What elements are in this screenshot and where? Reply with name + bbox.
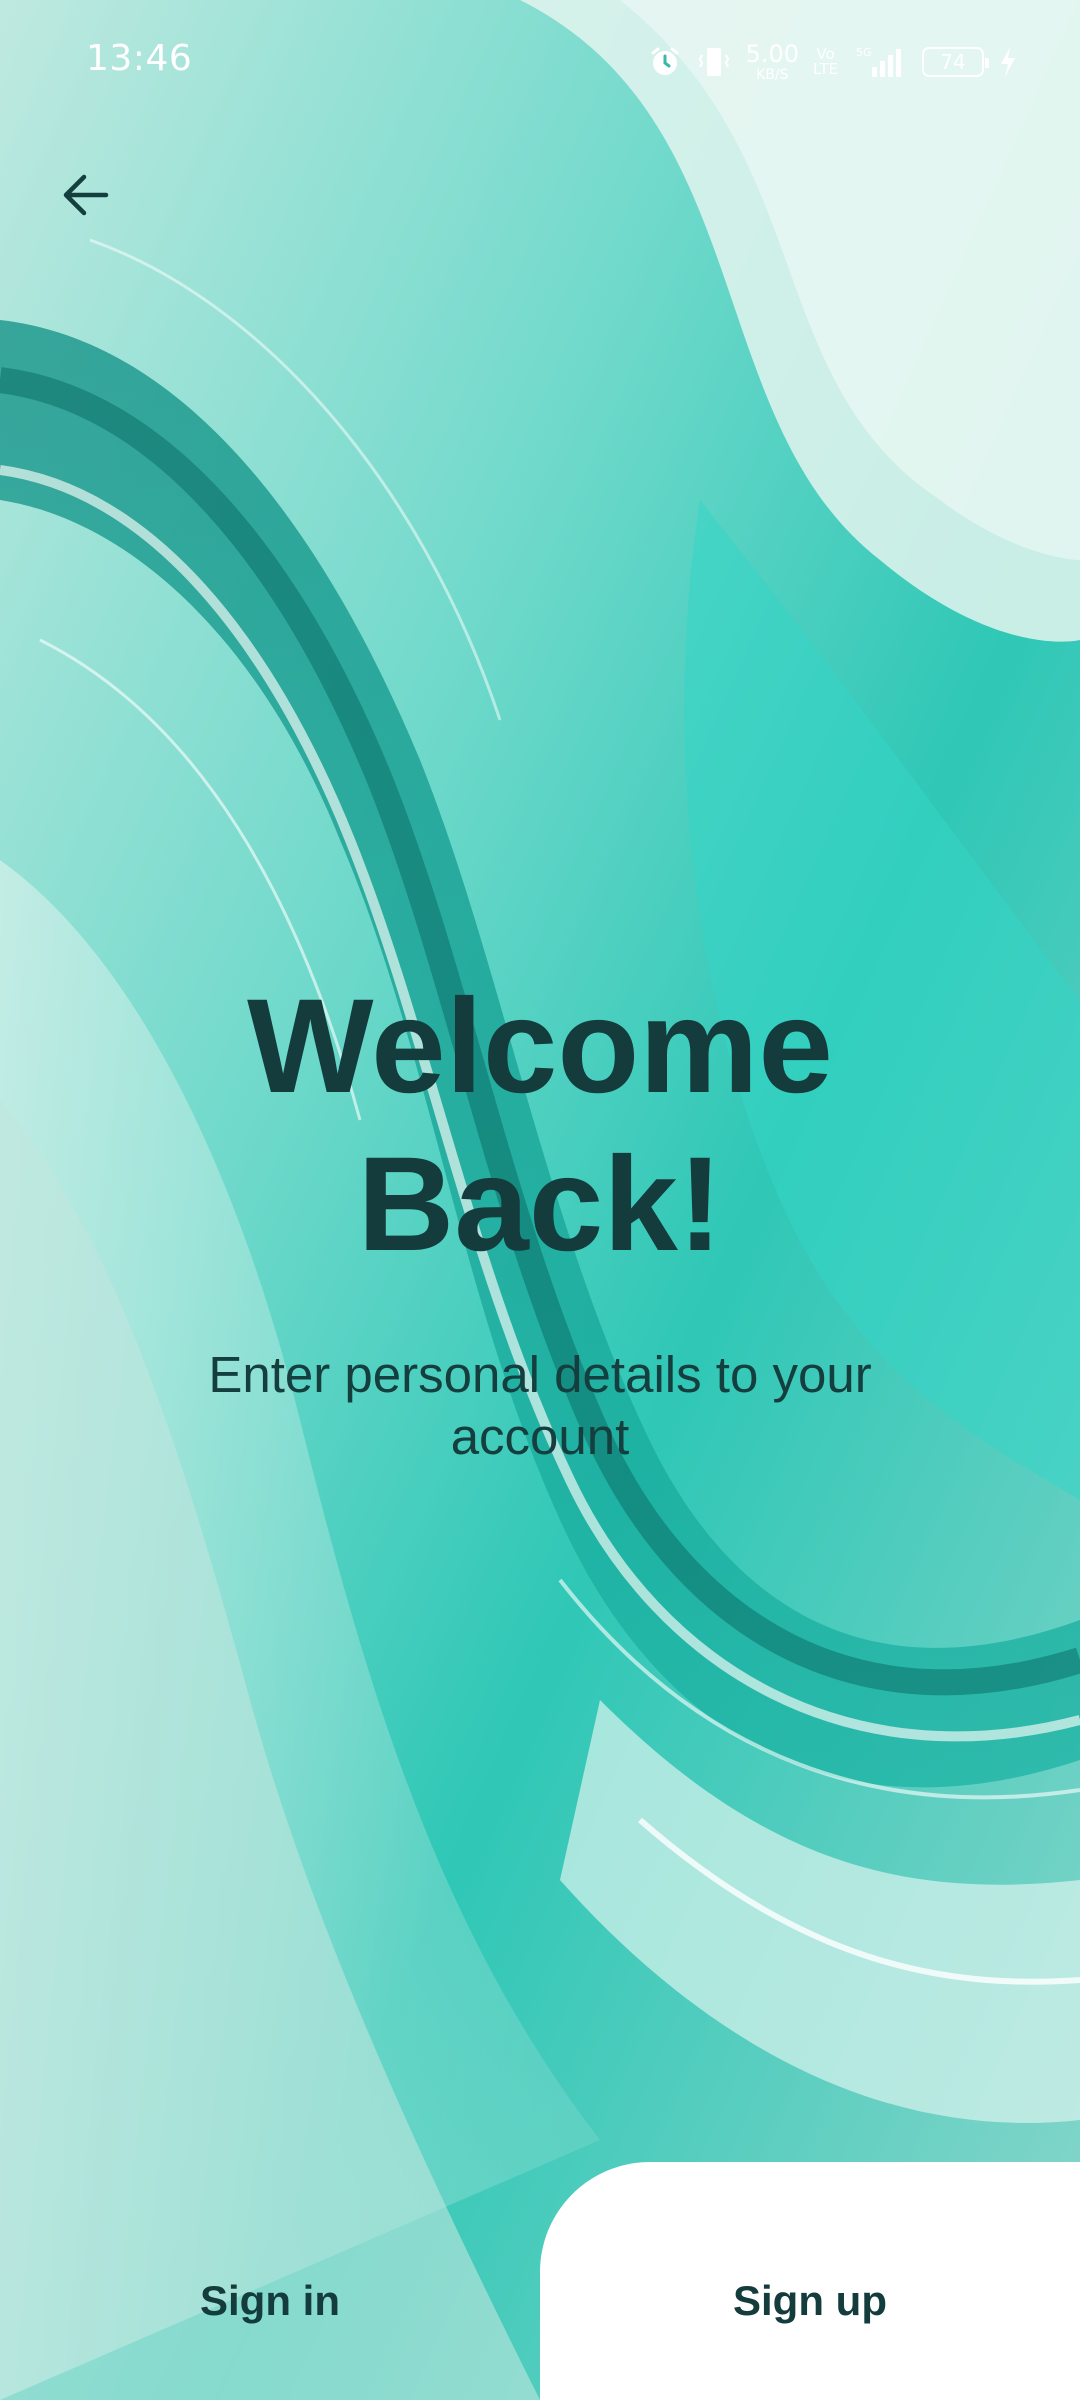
- volte-indicator: Vo LTE: [813, 47, 838, 77]
- network-speed-unit: KB/S: [756, 67, 789, 83]
- page-title: Welcome Back!: [0, 968, 1080, 1284]
- welcome-screen: 13:46 5.00 KB/S Vo LTE 5G 74 Welcome Bac…: [0, 0, 1080, 2400]
- alarm-icon: [648, 45, 682, 79]
- auth-tab-bar: Sign in Sign up: [0, 2160, 1080, 2400]
- battery-indicator: 74: [922, 47, 989, 77]
- charging-icon: [998, 45, 1018, 79]
- title-line-1: Welcome: [247, 972, 833, 1121]
- network-speed: 5.00 KB/S: [746, 42, 799, 82]
- back-button[interactable]: [40, 150, 130, 240]
- battery-level: 74: [940, 50, 966, 74]
- status-time: 13:46: [86, 38, 193, 79]
- status-bar: 13:46 5.00 KB/S Vo LTE 5G 74: [0, 0, 1080, 120]
- status-icons: 5.00 KB/S Vo LTE 5G 74: [648, 40, 1018, 84]
- sign-in-button[interactable]: Sign in: [0, 2160, 540, 2400]
- sign-up-label: Sign up: [733, 2277, 887, 2324]
- network-type-label: 5G: [856, 46, 872, 59]
- vibrate-icon: [696, 45, 732, 79]
- title-line-2: Back!: [357, 1130, 723, 1279]
- volte-bottom: LTE: [813, 60, 838, 78]
- sign-up-button[interactable]: Sign up: [540, 2162, 1080, 2400]
- arrow-left-icon: [63, 174, 109, 216]
- network-speed-value: 5.00: [745, 40, 800, 68]
- page-subtitle: Enter personal details to your account: [208, 1346, 872, 1465]
- sign-in-label: Sign in: [200, 2277, 340, 2324]
- signal-icon: 5G: [852, 45, 908, 79]
